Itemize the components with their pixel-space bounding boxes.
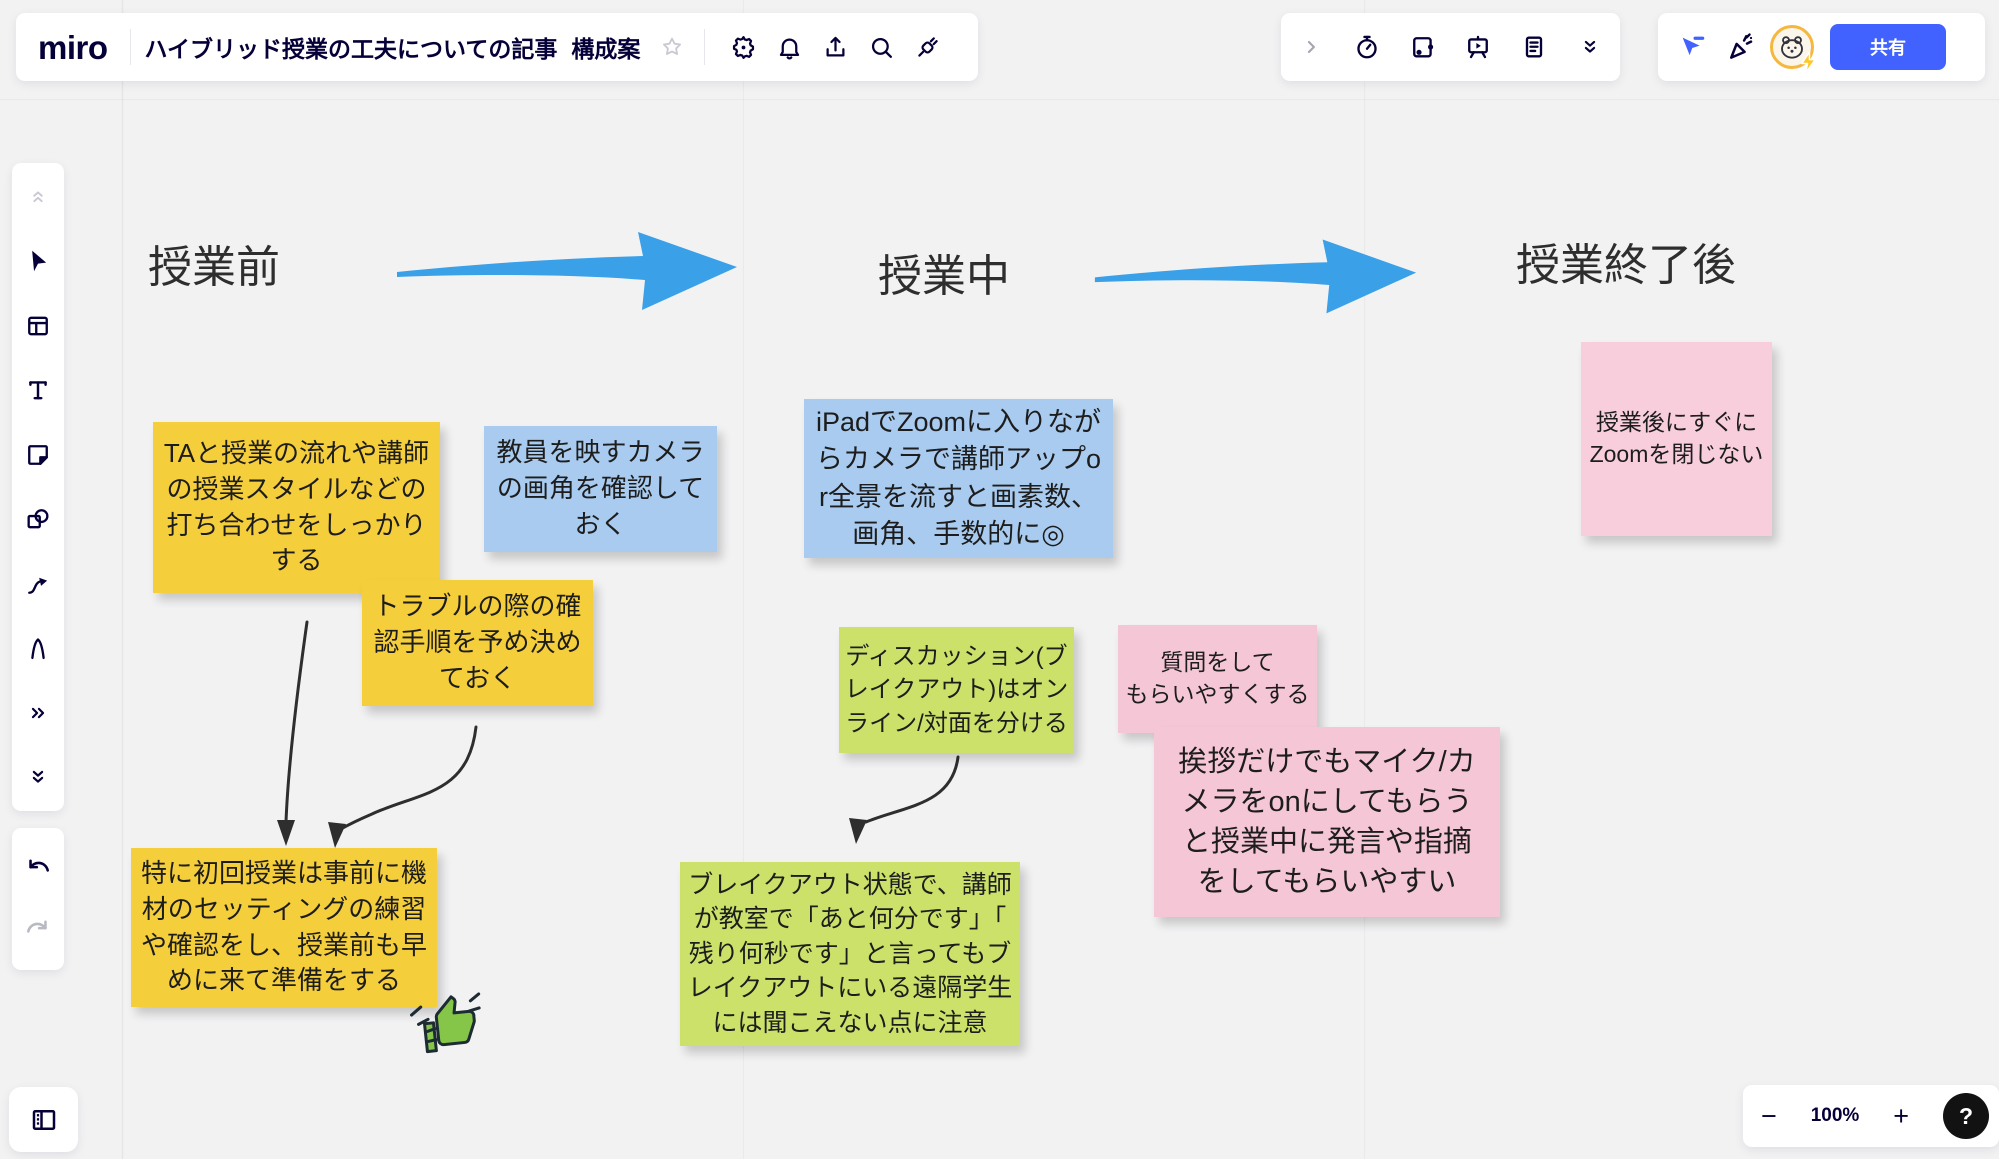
section-title-during-class[interactable]: 授業中 [878,240,1010,304]
sticky-note[interactable]: 特に初回授業は事前に機 材のセッティングの練習 や確認をし、授業前も早 めに来て… [131,848,437,1007]
history-panel [12,828,64,970]
cards-icon[interactable] [1405,29,1441,65]
board-title[interactable]: ハイブリッド授業の工夫についての記事 [145,30,558,64]
board-tools-panel [1281,13,1620,81]
export-upload-icon[interactable] [817,29,853,65]
search-icon[interactable] [863,29,899,65]
more-double-chevron-down-icon[interactable] [20,759,56,795]
presentation-easel-icon[interactable] [1460,29,1496,65]
select-cursor-icon[interactable] [20,243,56,279]
sticky-note-icon[interactable] [20,437,56,473]
frames-panel-icon [29,1105,59,1135]
connector-arrow-icon[interactable] [20,566,56,602]
notifications-bell-icon[interactable] [771,29,807,65]
sticky-note[interactable]: ブレイクアウト状態で、講師 が教室で「あと何分です」「 残り何秒です」と言っても… [680,862,1020,1046]
text-icon[interactable] [20,372,56,408]
settings-gear-icon[interactable] [725,29,761,65]
collapse-chevron-right-icon[interactable] [1293,29,1329,65]
follow-cursor-icon[interactable] [1674,29,1710,65]
more-double-chevron-right-icon[interactable] [20,695,56,731]
header-divider [704,29,705,65]
collapse-double-chevron-up-icon[interactable] [20,179,56,215]
sticky-note[interactable]: 教員を映すカメラ の画角を確認して おく [484,426,717,552]
creation-toolbar [12,163,64,811]
flow-arrow-1[interactable] [395,222,740,317]
collaboration-panel: 共有 [1658,13,1985,81]
section-title-before-class[interactable]: 授業前 [148,231,280,295]
reactions-confetti-icon[interactable] [1722,29,1758,65]
frames-panel-button[interactable] [9,1087,78,1152]
sticky-note[interactable]: iPadでZoomに入りなが らカメラで講師アップo r全景を流すと画素数、 画… [804,399,1113,558]
share-button[interactable]: 共有 [1830,24,1946,70]
sticky-note[interactable]: 授業後にすぐに Zoomを閉じない [1581,342,1772,536]
pen-icon[interactable] [20,630,56,666]
templates-frame-icon[interactable] [20,308,56,344]
help-button[interactable]: ? [1943,1093,1989,1139]
sticky-note[interactable]: 挨拶だけでもマイク/カ メラをonにしてもらう と授業中に発言や指摘 をしてもら… [1154,727,1500,917]
energy-bolt-icon [1799,51,1818,74]
undo-icon[interactable] [20,851,56,887]
miro-logo[interactable]: miro [38,31,116,64]
star-favorite-icon[interactable] [654,29,690,65]
zoom-level[interactable]: 100% [1811,1105,1860,1127]
thumbs-up-stamp[interactable] [393,964,489,1072]
header-divider [130,29,131,65]
more-double-chevron-down-icon[interactable] [1572,29,1608,65]
notes-document-icon[interactable] [1516,29,1552,65]
sticky-note[interactable]: トラブルの際の確 認手順を予め決め ておく [362,580,593,706]
sticky-note[interactable]: ディスカッション(ブ レイクアウト)はオン ライン/対面を分ける [839,627,1074,753]
zoom-out-button[interactable]: − [1761,1103,1777,1130]
zoom-bar: − 100% + ? [1743,1085,1999,1147]
sticky-note[interactable]: 質問をして もらいやすくする [1118,625,1317,733]
zoom-in-button[interactable]: + [1893,1103,1909,1130]
apps-plug-icon[interactable] [909,29,945,65]
sticky-note[interactable]: TAと授業の流れや講師 の授業スタイルなどの 打ち合わせをしっかり する [153,422,440,593]
shapes-icon[interactable] [20,501,56,537]
timer-stopwatch-icon[interactable] [1349,29,1385,65]
section-title-after-class[interactable]: 授業終了後 [1516,229,1736,293]
flow-arrow-2[interactable] [1093,230,1419,320]
header-panel: miro ハイブリッド授業の工夫についての記事 構成案 [16,13,978,81]
user-avatar[interactable] [1770,25,1814,69]
redo-icon[interactable] [20,912,56,948]
board-title-variant[interactable]: 構成案 [571,30,640,64]
